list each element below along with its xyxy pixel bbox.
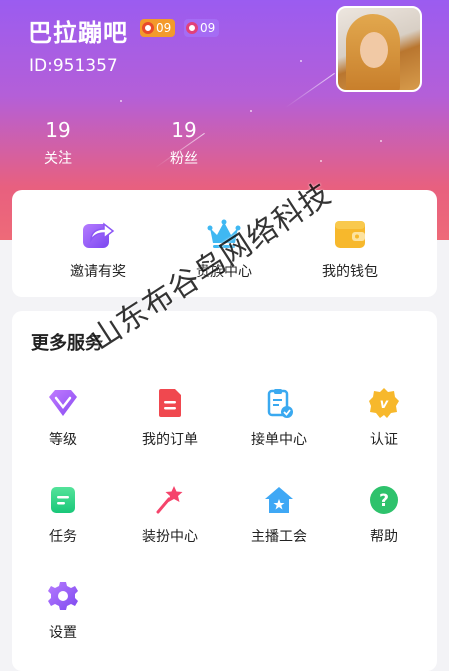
clipboard-check-icon — [267, 389, 293, 418]
following-label: 关注 — [44, 151, 72, 167]
username: 巴拉蹦吧 — [28, 19, 128, 47]
wealth-badge-value: 09 — [200, 21, 216, 35]
service-dressup[interactable]: 装扮中心 — [125, 484, 215, 546]
user-id: ID:951357 — [29, 56, 118, 76]
service-settings[interactable]: 设置 — [18, 580, 108, 642]
invite-label: 邀请有奖 — [70, 264, 126, 280]
fans-count: 19 — [171, 118, 197, 142]
quick-action-wallet[interactable]: 我的钱包 — [300, 218, 400, 281]
settings-gear-icon — [48, 582, 78, 610]
following-count: 19 — [45, 118, 71, 142]
stat-following[interactable]: 19 关注 — [44, 118, 72, 168]
order-icon — [159, 389, 181, 417]
verified-badge-icon: v — [369, 388, 399, 418]
help-icon: ? — [370, 486, 398, 514]
service-orders[interactable]: 我的订单 — [125, 387, 215, 449]
service-level[interactable]: 等级 — [18, 387, 108, 449]
stat-fans[interactable]: 19 粉丝 — [170, 118, 198, 168]
service-verify[interactable]: v 认证 — [339, 387, 429, 449]
level-label: 等级 — [49, 432, 77, 448]
orders-label: 我的订单 — [142, 432, 198, 448]
level-badge: 09 — [140, 19, 176, 37]
coin-icon — [186, 22, 198, 34]
avatar-face — [360, 32, 388, 68]
dressup-label: 装扮中心 — [142, 529, 198, 545]
wealth-badge: 09 — [184, 19, 220, 37]
settings-label: 设置 — [49, 625, 77, 641]
level-badge-value: 09 — [156, 21, 172, 35]
magic-wand-icon — [156, 486, 183, 514]
guild-label: 主播工会 — [251, 529, 307, 545]
share-icon — [83, 222, 115, 248]
quick-action-invite[interactable]: 邀请有奖 — [48, 218, 148, 281]
wallet-label: 我的钱包 — [322, 264, 378, 280]
order-center-label: 接单中心 — [251, 432, 307, 448]
svg-text:v: v — [380, 397, 389, 412]
service-tasks[interactable]: 任务 — [18, 484, 108, 546]
more-services-card: 更多服务 等级 我的订单 接单中心 v 认证 任务 装扮中心 主播工会 ? 帮助… — [12, 311, 437, 671]
verify-label: 认证 — [370, 432, 398, 448]
task-icon — [51, 487, 75, 513]
house-star-icon — [265, 487, 293, 513]
fans-label: 粉丝 — [170, 151, 198, 167]
service-order-center[interactable]: 接单中心 — [234, 387, 324, 449]
avatar[interactable] — [336, 6, 422, 92]
wallet-icon — [335, 221, 365, 248]
service-guild[interactable]: 主播工会 — [234, 484, 324, 546]
tasks-label: 任务 — [49, 529, 77, 545]
service-help[interactable]: ? 帮助 — [339, 484, 429, 546]
svg-text:?: ? — [379, 491, 389, 511]
diamond-icon — [49, 390, 77, 416]
coin-icon — [142, 22, 154, 34]
help-label: 帮助 — [370, 529, 398, 545]
